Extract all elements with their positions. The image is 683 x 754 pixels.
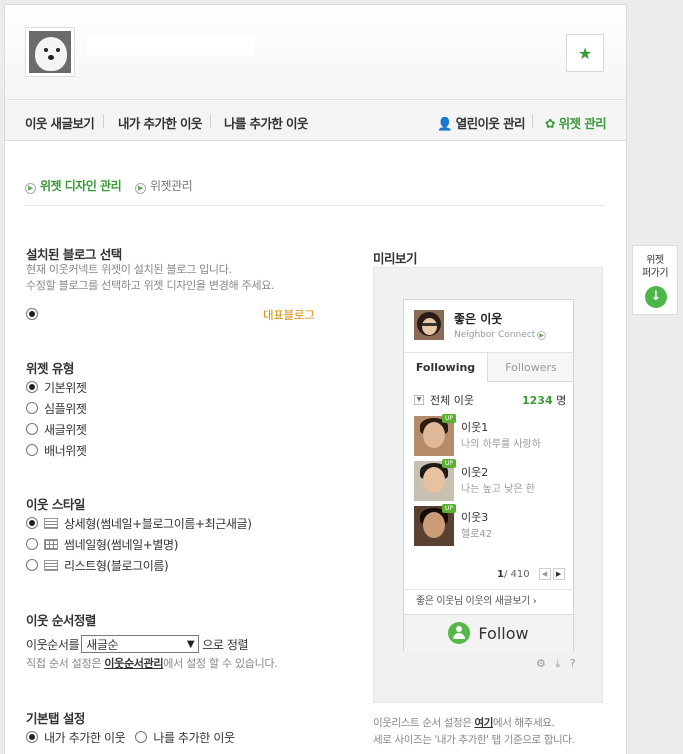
chevron-down-icon: ▼ [186, 638, 195, 650]
widget-type-new-post[interactable]: 새글위젯 [26, 421, 87, 437]
widget-share-button[interactable]: 위젯 퍼가기 ↓ [632, 245, 678, 315]
size-note: 세로 사이즈는 '내가 추가한' 탭 기준으로 합니다. [373, 734, 575, 746]
rep-blog-label: 대표블로그 [263, 308, 315, 322]
profile-photo [414, 310, 444, 340]
default-tab-title: 기본탭 설정 [26, 711, 85, 726]
tab-my-added[interactable]: 내가 추가한 이웃 [118, 113, 202, 132]
arrow-right-icon: ▶ [537, 331, 547, 340]
header: ★ [5, 5, 626, 100]
tab-new-posts[interactable]: 이웃 새글보기 [25, 113, 95, 132]
sort-note: 직접 순서 설정은 이웃순서관리에서 설정 할 수 있습니다. [26, 657, 278, 670]
neighbor-name: 이웃1 [461, 421, 489, 434]
widget-sub[interactable]: Neighbor Connect ▶ [454, 330, 547, 340]
star-icon: ★ [577, 43, 593, 63]
favorite-button[interactable]: ★ [566, 34, 604, 72]
tab-widget-manage[interactable]: ▶ 위젯관리 [135, 177, 193, 194]
sort-title: 이웃 순서정렬 [26, 613, 96, 628]
preview-box: 좋은 이웃 Neighbor Connect ▶ Following Follow… [373, 267, 603, 703]
arrow-right-icon: ▶ [135, 183, 146, 194]
order-settings-link[interactable]: 여기 [474, 717, 493, 729]
blog-select-title: 설치된 블로그 선택 [26, 247, 122, 262]
style-thumbnail[interactable]: 썸네일형(썸네일+별명) [26, 536, 178, 552]
divider [25, 205, 605, 206]
new-posts-link[interactable]: 좋은 이웃님 이웃의 새글보기 › [404, 589, 573, 614]
sort-select[interactable]: 새글순 ▼ [81, 635, 200, 653]
blog-title-area [87, 35, 255, 55]
widget-type-basic[interactable]: 기본위젯 [26, 379, 87, 395]
avatar[interactable] [25, 27, 75, 77]
neighbor-name: 이웃3 [461, 511, 489, 524]
sort-prefix: 이웃순서를 [26, 637, 80, 652]
widget-type-simple[interactable]: 심플위젯 [26, 400, 87, 416]
open-neighbor-manage-link[interactable]: 👤 열린이웃 관리 [437, 113, 525, 132]
neighbor-post: 나의 하루를 사랑하 [461, 439, 541, 450]
up-badge: UP [442, 414, 456, 423]
widget-manage-link[interactable]: ✿ 위젯 관리 [545, 113, 607, 132]
list-item[interactable]: UP 이웃3 헬로42 [414, 504, 569, 546]
prev-page-icon[interactable]: ◀ [538, 568, 551, 580]
person-icon [448, 622, 471, 644]
up-badge: UP [442, 504, 456, 513]
widget-tools[interactable]: ⚙ ⤓ ? [536, 657, 579, 671]
widget-blog-name: 좋은 이웃 [454, 312, 503, 326]
preview-label: 미리보기 [373, 251, 418, 266]
list-icon [44, 559, 58, 571]
chevron-down-icon: ▼ [414, 395, 424, 405]
tab-widget-design[interactable]: ▶ 위젯 디자인 관리 [25, 177, 122, 194]
tab-following[interactable]: Following [404, 353, 488, 382]
bottom-note: 이웃리스트 순서 설정은 여기에서 해주세요. 세로 사이즈는 '내가 추가한'… [373, 715, 575, 749]
neighbor-post: 헬로42 [461, 529, 493, 540]
detail-list-icon [44, 517, 58, 529]
tab-added-me[interactable]: 나를 추가한 이웃 [224, 113, 308, 132]
top-nav: 이웃 새글보기 내가 추가한 이웃 나를 추가한 이웃 👤 열린이웃 관리 ✿ … [5, 101, 626, 141]
up-badge: UP [442, 459, 456, 468]
total-count: 1234 명 [522, 394, 567, 407]
default-tab-added-me[interactable] [135, 731, 148, 743]
arrow-right-icon: ▶ [25, 183, 36, 194]
neighbor-style-title: 이웃 스타일 [26, 497, 85, 512]
style-detail[interactable]: 상세형(썸네일+블로그이름+최근새글) [26, 515, 252, 531]
blog-select-desc-2: 수정할 블로그를 선택하고 위젯 디자인을 변경해 주세요. [26, 279, 275, 292]
main-panel: ★ 이웃 새글보기 내가 추가한 이웃 나를 추가한 이웃 👤 열린이웃 관리 … [4, 4, 627, 754]
follow-button[interactable]: Follow [404, 614, 573, 651]
tab-followers[interactable]: Followers [489, 353, 573, 381]
style-list[interactable]: 리스트형(블로그이름) [26, 557, 169, 573]
widget-type-title: 위젯 유형 [26, 361, 74, 376]
blog-radio[interactable] [26, 306, 44, 322]
gear-icon: ✿ [545, 116, 555, 131]
neighbor-name: 이웃2 [461, 466, 489, 479]
neighbor-post: 나는 높고 낮은 한 [461, 484, 535, 495]
next-page-icon[interactable]: ▶ [552, 568, 565, 580]
grid-icon [44, 538, 58, 550]
sort-row: 이웃순서를 새글순 ▼ 으로 정렬 [26, 635, 249, 653]
sort-suffix: 으로 정렬 [202, 637, 249, 652]
default-tab-my-added[interactable] [26, 731, 38, 743]
list-item[interactable]: UP 이웃2 나는 높고 낮은 한 [414, 459, 569, 501]
pager: 1/ 410 ◀ ▶ [497, 568, 565, 580]
default-tab-options: 내가 추가한 이웃 나를 추가한 이웃 [26, 729, 235, 745]
download-icon: ↓ [645, 286, 667, 308]
total-neighbors[interactable]: ▼ 전체 이웃 [414, 392, 474, 408]
neighbor-order-link[interactable]: 이웃순서관리 [104, 657, 163, 670]
widget-type-banner[interactable]: 배너위젯 [26, 442, 87, 458]
preview-widget: 좋은 이웃 Neighbor Connect ▶ Following Follow… [403, 299, 574, 651]
blog-select-desc-1: 현재 이웃커넥트 위젯이 설치된 블로그 입니다. [26, 263, 232, 276]
person-icon: 👤 [437, 116, 453, 131]
list-item[interactable]: UP 이웃1 나의 하루를 사랑하 [414, 414, 569, 456]
